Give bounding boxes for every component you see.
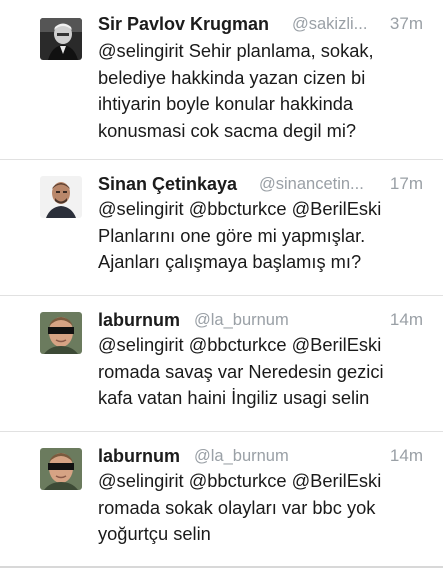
timestamp: 17m bbox=[389, 174, 423, 193]
user-handle[interactable]: @la_burnum bbox=[194, 311, 289, 330]
avatar[interactable] bbox=[40, 176, 82, 218]
avatar[interactable] bbox=[40, 18, 82, 60]
timestamp: 14m bbox=[389, 446, 423, 465]
user-name[interactable]: laburnum bbox=[98, 310, 180, 331]
user-name[interactable]: Sinan Çetinkaya bbox=[98, 174, 237, 195]
user-name[interactable]: laburnum bbox=[98, 446, 180, 467]
tweet[interactable]: Sir Pavlov Krugman @sakizli... 37m @seli… bbox=[0, 0, 443, 160]
user-handle[interactable]: @la_burnum bbox=[194, 447, 289, 466]
tweet[interactable]: Sinan Çetinkaya @sinancetin... 17m @seli… bbox=[0, 160, 443, 296]
tweet-timeline: Sir Pavlov Krugman @sakizli... 37m @seli… bbox=[0, 0, 443, 568]
avatar[interactable] bbox=[40, 312, 82, 354]
user-handle[interactable]: @sakizli... bbox=[292, 15, 367, 34]
tweet-text: @selingirit Sehir planlama, sokak, beled… bbox=[98, 40, 374, 141]
tweet[interactable]: laburnum @la_burnum 14m @selingirit @bbc… bbox=[0, 432, 443, 568]
timestamp: 37m bbox=[389, 14, 423, 33]
timestamp: 14m bbox=[389, 310, 423, 329]
user-name[interactable]: Sir Pavlov Krugman bbox=[98, 14, 269, 35]
tweet[interactable]: laburnum @la_burnum 14m @selingirit @bbc… bbox=[0, 296, 443, 432]
tweet-text: @selingirit @bbcturkce @BerilEski Planla… bbox=[98, 198, 382, 273]
avatar[interactable] bbox=[40, 448, 82, 490]
tweet-text: @selingirit @bbcturkce @BerilEski romada… bbox=[98, 334, 384, 409]
user-handle[interactable]: @sinancetin... bbox=[259, 175, 364, 194]
tweet-text: @selingirit @bbcturkce @BerilEski romada… bbox=[98, 470, 382, 545]
